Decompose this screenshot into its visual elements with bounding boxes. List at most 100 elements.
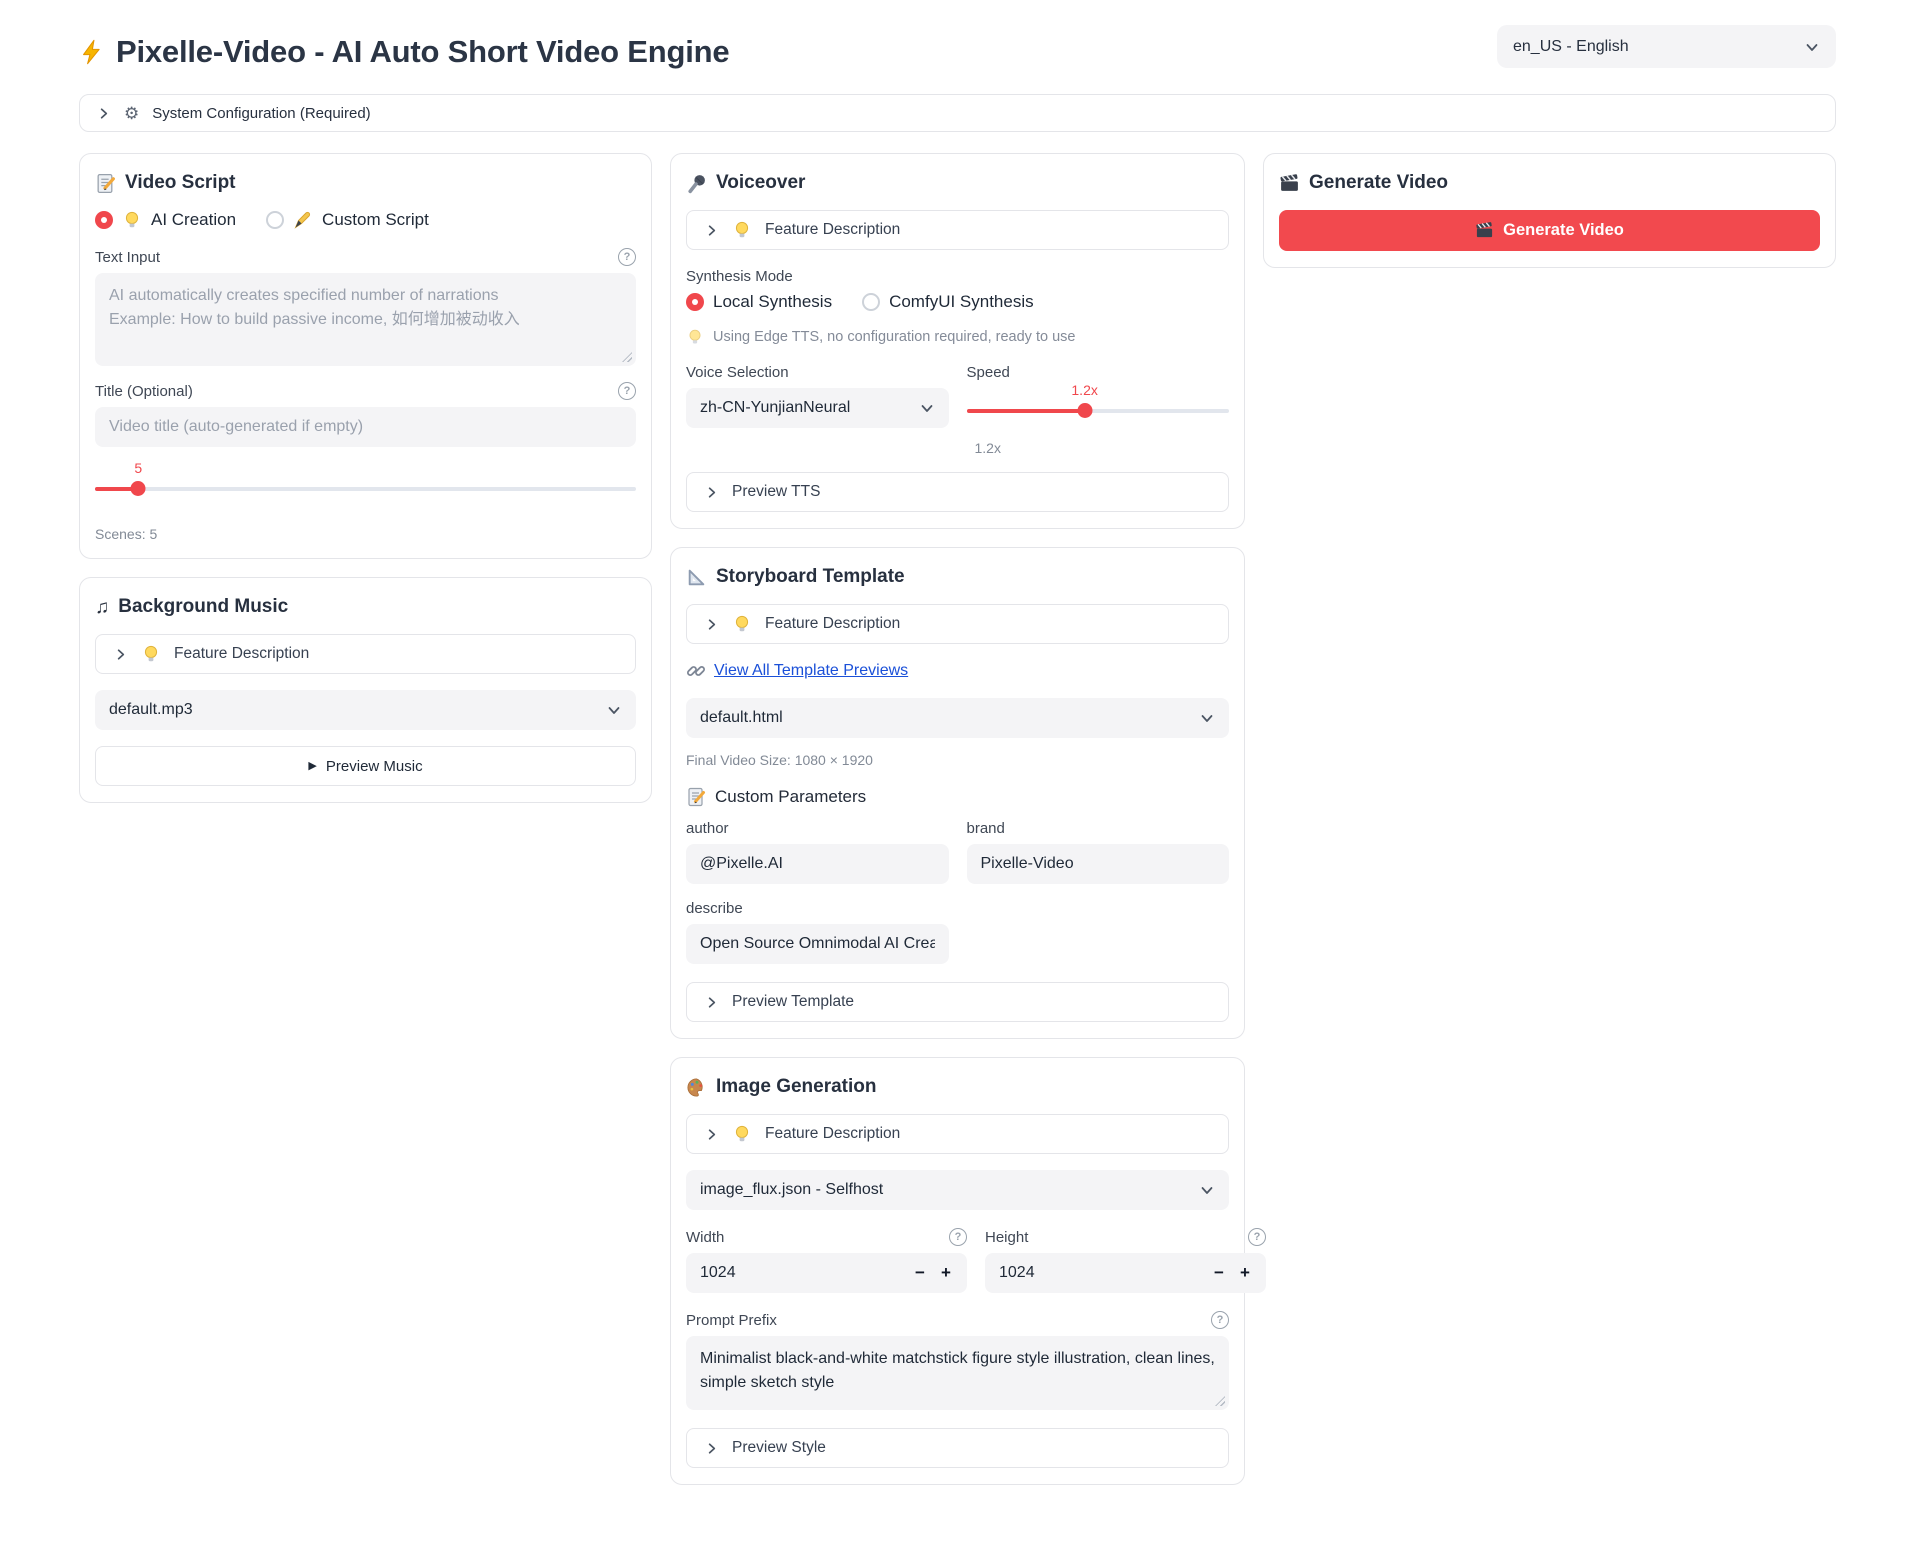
height-input[interactable] [999, 1264, 1206, 1282]
synthesis-mode-label: Synthesis Mode [686, 268, 1229, 285]
radio-ai-creation[interactable]: AI Creation [95, 210, 236, 230]
chevron-right-icon [704, 617, 719, 632]
generate-video-title: Generate Video [1279, 172, 1820, 194]
height-stepper: − + [985, 1253, 1266, 1293]
text-input-label-row: Text Input ? [95, 248, 636, 266]
palette-icon [686, 1077, 707, 1098]
script-mode-radio-group: AI Creation Custom Script [95, 210, 636, 230]
chevron-down-icon [1199, 1182, 1215, 1198]
preview-template-accordion[interactable]: Preview Template [686, 982, 1229, 1022]
question-icon[interactable]: ? [1248, 1228, 1266, 1246]
microphone-icon [686, 173, 707, 194]
question-icon[interactable]: ? [618, 382, 636, 400]
width-input[interactable] [700, 1264, 907, 1282]
author-input[interactable] [686, 844, 949, 884]
storyboard-title: Storyboard Template [686, 566, 1229, 588]
title-field-label: Title (Optional) [95, 383, 193, 400]
generate-video-panel: Generate Video Generate Video [1263, 153, 1836, 268]
lightbulb-icon [122, 210, 142, 230]
title-label-row: Title (Optional) ? [95, 382, 636, 400]
slider-thumb[interactable] [131, 481, 146, 496]
system-config-label: System Configuration (Required) [152, 105, 370, 122]
image-generation-title: Image Generation [686, 1076, 1229, 1098]
app-root: en_US - English Pixelle-Video - AI Auto … [0, 0, 1916, 1515]
width-stepper: − + [686, 1253, 967, 1293]
plus-button[interactable]: + [933, 1259, 959, 1287]
view-templates-link[interactable]: View All Template Previews [714, 662, 908, 680]
video-script-title: Video Script [95, 172, 636, 194]
brand-input[interactable] [967, 844, 1230, 884]
question-icon[interactable]: ? [618, 248, 636, 266]
speed-slider[interactable]: 1.2x [967, 403, 1230, 418]
minus-button[interactable]: − [907, 1259, 933, 1287]
page-title-text: Pixelle-Video - AI Auto Short Video Engi… [116, 34, 729, 70]
video-script-panel: Video Script AI Creation Custom Script [79, 153, 652, 559]
chevron-right-icon [113, 647, 128, 662]
voiceover-title: Voiceover [686, 172, 1229, 194]
author-label: author [686, 820, 949, 837]
preview-style-accordion[interactable]: Preview Style [686, 1428, 1229, 1468]
radio-comfyui-synthesis[interactable]: ComfyUI Synthesis [862, 292, 1034, 312]
feature-description-accordion[interactable]: Feature Description [686, 210, 1229, 250]
system-config-accordion[interactable]: ⚙ System Configuration (Required) [79, 94, 1836, 132]
lightbulb-icon [732, 220, 752, 240]
memo-icon [686, 787, 706, 807]
storyboard-template-panel: Storyboard Template Feature Description … [670, 547, 1245, 1039]
question-icon[interactable]: ? [1211, 1311, 1229, 1329]
minus-button[interactable]: − [1206, 1259, 1232, 1287]
final-video-size: Final Video Size: 1080 × 1920 [686, 752, 1229, 768]
height-label-row: Height ? [985, 1228, 1266, 1246]
memo-icon [95, 173, 116, 194]
preview-music-button[interactable]: ▶ Preview Music [95, 746, 636, 786]
chevron-right-icon [704, 1127, 719, 1142]
voice-select[interactable]: zh-CN-YunjianNeural [686, 388, 949, 428]
plus-button[interactable]: + [1232, 1259, 1258, 1287]
brand-label: brand [967, 820, 1230, 837]
radio-custom-script[interactable]: Custom Script [266, 210, 429, 230]
radio-unselected-icon [266, 211, 284, 229]
voice-selection-label: Voice Selection [686, 364, 949, 381]
describe-input[interactable] [686, 924, 949, 964]
feature-description-accordion[interactable]: Feature Description [95, 634, 636, 674]
gear-icon: ⚙ [124, 105, 139, 122]
video-title-input[interactable] [95, 407, 636, 447]
radio-selected-icon [686, 293, 704, 311]
workflow-select[interactable]: image_flux.json - Selfhost [686, 1170, 1229, 1210]
link-icon [686, 661, 706, 681]
voiceover-panel: Voiceover Feature Description Synthesis … [670, 153, 1245, 529]
prompt-prefix-label-row: Prompt Prefix ? [686, 1311, 1229, 1329]
question-icon[interactable]: ? [949, 1228, 967, 1246]
radio-local-synthesis[interactable]: Local Synthesis [686, 292, 832, 312]
speed-slider-value: 1.2x [1071, 382, 1097, 398]
music-note-icon: ♫ [95, 598, 109, 617]
triangle-ruler-icon [686, 567, 707, 588]
generate-video-button[interactable]: Generate Video [1279, 210, 1820, 251]
language-selector[interactable]: en_US - English [1497, 25, 1836, 68]
play-icon: ▶ [308, 761, 316, 772]
prompt-prefix-textarea[interactable]: Minimalist black-and-white matchstick fi… [686, 1336, 1229, 1410]
music-file-select[interactable]: default.mp3 [95, 690, 636, 730]
chevron-right-icon [704, 223, 719, 238]
image-generation-panel: Image Generation Feature Description ima… [670, 1057, 1245, 1485]
slider-thumb[interactable] [1077, 403, 1092, 418]
preview-tts-accordion[interactable]: Preview TTS [686, 472, 1229, 512]
scenes-slider[interactable]: 5 [95, 481, 636, 496]
clapperboard-icon [1279, 173, 1300, 194]
speed-caption: 1.2x [967, 440, 1230, 456]
tts-tip: Using Edge TTS, no configuration require… [686, 328, 1229, 346]
lightbulb-icon [141, 644, 161, 664]
chevron-right-icon [96, 106, 111, 121]
feature-description-accordion[interactable]: Feature Description [686, 1114, 1229, 1154]
lightbulb-icon [686, 328, 704, 346]
template-select[interactable]: default.html [686, 698, 1229, 738]
chevron-down-icon [919, 400, 935, 416]
speed-label: Speed [967, 364, 1230, 381]
lightbulb-icon [732, 1124, 752, 1144]
width-label-row: Width ? [686, 1228, 967, 1246]
feature-description-accordion[interactable]: Feature Description [686, 604, 1229, 644]
chevron-right-icon [704, 1441, 719, 1456]
text-input-textarea[interactable] [95, 273, 636, 366]
chevron-right-icon [704, 995, 719, 1010]
writing-hand-icon [293, 210, 313, 230]
chevron-down-icon [606, 702, 622, 718]
